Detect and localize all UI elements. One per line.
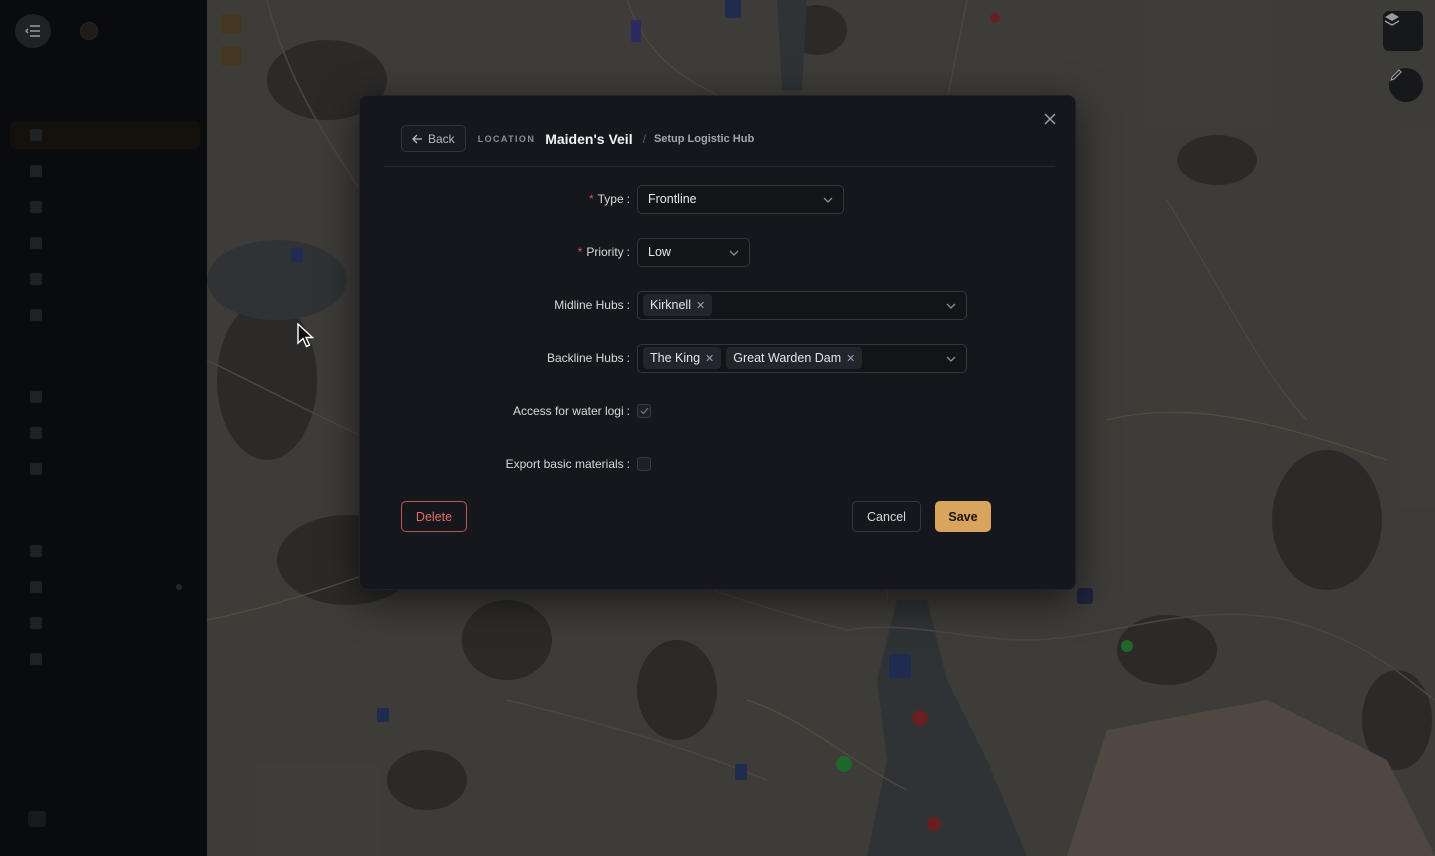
priority-label: * Priority:: [577, 245, 630, 259]
chevron-down-icon: [946, 303, 956, 309]
water-logi-label: Access for water logi:: [512, 404, 630, 418]
type-row: * Type: Frontline: [360, 184, 1077, 214]
midline-hubs-label: Midline Hubs:: [554, 298, 630, 312]
remove-tag-icon[interactable]: ✕: [705, 352, 714, 365]
header-divider: [384, 166, 1055, 167]
arrow-left-icon: [412, 134, 422, 143]
export-basic-label: Export basic materials:: [505, 457, 630, 471]
export-basic-checkbox[interactable]: [637, 457, 651, 471]
back-button-label: Back: [428, 131, 455, 146]
hub-tag: Kirknell ✕: [643, 294, 713, 316]
hub-tag: Great Warden Dam ✕: [726, 347, 863, 369]
chevron-down-icon: [946, 356, 956, 362]
type-select-value: Frontline: [648, 192, 697, 206]
required-mark: *: [577, 245, 583, 259]
required-mark: *: [588, 192, 594, 206]
backline-hubs-select[interactable]: The King ✕ Great Warden Dam ✕: [637, 343, 967, 373]
setup-logistic-hub-modal: Back LOCATION Maiden's Veil / Setup Logi…: [359, 95, 1076, 590]
chevron-down-icon: [823, 197, 833, 203]
backline-hubs-row: Backline Hubs: The King ✕ Great Warden Da…: [360, 343, 1077, 373]
location-name: Maiden's Veil: [545, 130, 633, 147]
save-button[interactable]: Save: [935, 501, 991, 532]
cancel-button[interactable]: Cancel: [852, 501, 921, 532]
export-basic-row: Export basic materials:: [360, 449, 1077, 479]
remove-tag-icon[interactable]: ✕: [846, 352, 855, 365]
remove-tag-icon[interactable]: ✕: [696, 299, 705, 312]
back-button[interactable]: Back: [401, 125, 466, 152]
mouse-cursor-icon: [297, 323, 315, 348]
chevron-down-icon: [729, 250, 739, 256]
modal-subtitle: Setup Logistic Hub: [653, 132, 755, 145]
hub-tag: The King ✕: [643, 347, 722, 369]
priority-select-value: Low: [648, 245, 671, 259]
midline-hubs-row: Midline Hubs: Kirknell ✕: [360, 290, 1077, 320]
backline-hubs-label: Backline Hubs:: [546, 351, 630, 365]
close-button[interactable]: [1041, 110, 1059, 128]
midline-hubs-select[interactable]: Kirknell ✕: [637, 290, 967, 320]
type-label: * Type:: [588, 192, 630, 206]
type-select[interactable]: Frontline: [637, 184, 844, 214]
delete-button[interactable]: Delete: [401, 501, 467, 532]
water-logi-checkbox[interactable]: [637, 404, 651, 418]
breadcrumb-separator: /: [642, 131, 646, 146]
close-icon: [1044, 113, 1056, 125]
location-label: LOCATION: [477, 133, 536, 144]
checkmark-icon: [640, 407, 649, 415]
priority-select[interactable]: Low: [637, 237, 750, 267]
modal-header: Back LOCATION Maiden's Veil / Setup Logi…: [401, 125, 754, 152]
water-logi-row: Access for water logi:: [360, 396, 1077, 426]
priority-row: * Priority: Low: [360, 237, 1077, 267]
